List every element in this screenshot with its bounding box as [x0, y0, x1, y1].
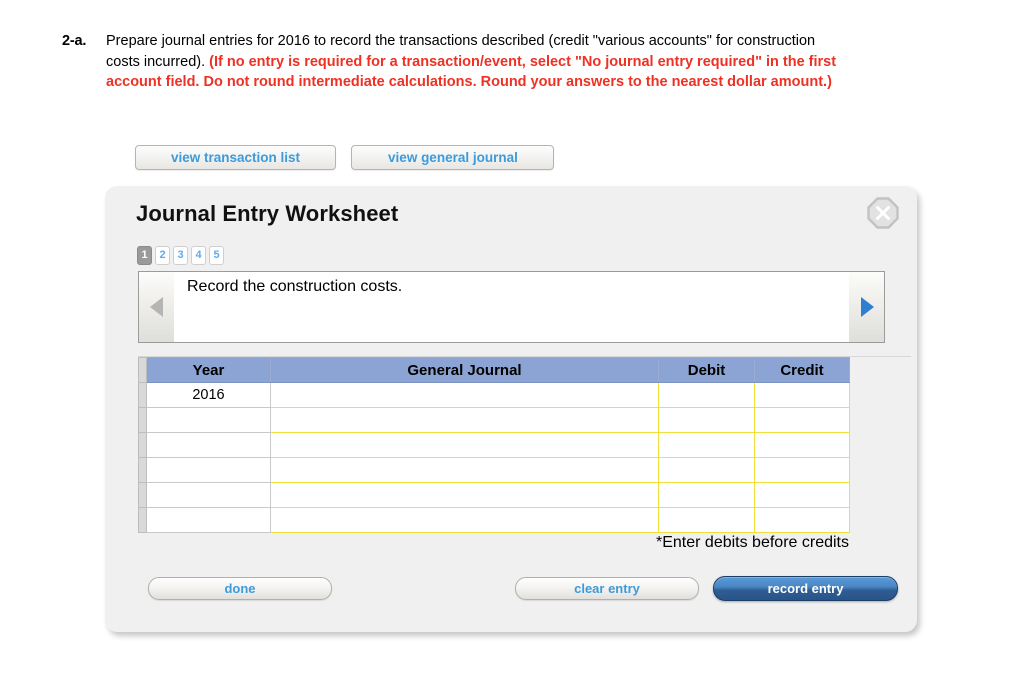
table-header-spacer	[138, 357, 147, 383]
table-row	[138, 507, 850, 533]
cell-year-2[interactable]	[146, 407, 271, 433]
question-block: 2-a. Prepare journal entries for 2016 to…	[62, 31, 852, 93]
cell-credit-4[interactable]	[754, 457, 850, 483]
table-row	[138, 407, 850, 433]
cell-debit-3[interactable]	[658, 432, 755, 458]
pagination: 1 2 3 4 5	[137, 246, 224, 265]
transaction-instruction-area: Record the construction costs.	[174, 271, 849, 343]
row-spacer	[138, 407, 147, 433]
table-header-row: Year General Journal Debit Credit	[138, 357, 850, 383]
cell-debit-1[interactable]	[658, 382, 755, 408]
column-header-general-journal: General Journal	[270, 357, 659, 383]
cell-general-journal-3[interactable]	[270, 432, 659, 458]
cell-debit-4[interactable]	[658, 457, 755, 483]
cell-year-4[interactable]	[146, 457, 271, 483]
row-spacer	[138, 382, 147, 408]
cell-debit-2[interactable]	[658, 407, 755, 433]
panel-title: Journal Entry Worksheet	[136, 201, 399, 226]
view-general-journal-button[interactable]: view general journal	[351, 145, 555, 170]
pagination-page-3[interactable]: 3	[173, 246, 188, 265]
done-button[interactable]: done	[148, 577, 332, 600]
cell-year-1[interactable]: 2016	[146, 382, 271, 408]
column-header-year: Year	[146, 357, 271, 383]
question-text: Prepare journal entries for 2016 to reco…	[106, 31, 852, 93]
debits-before-credits-note: *Enter debits before credits	[656, 534, 849, 551]
journal-entry-table: Year General Journal Debit Credit 2016	[138, 357, 850, 533]
pagination-page-1[interactable]: 1	[137, 246, 152, 265]
cell-general-journal-1[interactable]	[270, 382, 659, 408]
cell-credit-3[interactable]	[754, 432, 850, 458]
table-row: 2016	[138, 382, 850, 408]
page-root: 2-a. Prepare journal entries for 2016 to…	[0, 0, 1024, 697]
pagination-page-4[interactable]: 4	[191, 246, 206, 265]
close-icon[interactable]	[867, 197, 899, 229]
row-spacer	[138, 482, 147, 508]
cell-year-3[interactable]	[146, 432, 271, 458]
view-transaction-list-button[interactable]: view transaction list	[135, 145, 336, 170]
cell-general-journal-5[interactable]	[270, 482, 659, 508]
cell-credit-6[interactable]	[754, 507, 850, 533]
cell-debit-5[interactable]	[658, 482, 755, 508]
question-red-text: (If no entry is required for a transacti…	[106, 53, 837, 91]
cell-general-journal-6[interactable]	[270, 507, 659, 533]
top-button-group: view transaction list view general journ…	[135, 145, 555, 170]
transaction-navigator: Record the construction costs.	[138, 271, 885, 343]
cell-year-6[interactable]	[146, 507, 271, 533]
row-spacer	[138, 432, 147, 458]
journal-entry-worksheet-panel: Journal Entry Worksheet 1 2 3 4 5 Record…	[105, 186, 917, 632]
cell-general-journal-2[interactable]	[270, 407, 659, 433]
question-number: 2-a.	[62, 33, 87, 49]
pagination-page-2[interactable]: 2	[155, 246, 170, 265]
table-row	[138, 482, 850, 508]
cell-credit-1[interactable]	[754, 382, 850, 408]
column-header-debit: Debit	[658, 357, 755, 383]
column-header-credit: Credit	[754, 357, 850, 383]
clear-entry-button[interactable]: clear entry	[515, 577, 699, 600]
row-spacer	[138, 507, 147, 533]
record-entry-button[interactable]: record entry	[713, 576, 898, 601]
cell-general-journal-4[interactable]	[270, 457, 659, 483]
cell-credit-2[interactable]	[754, 407, 850, 433]
row-spacer	[138, 457, 147, 483]
next-transaction-button[interactable]	[849, 271, 885, 343]
pagination-page-5[interactable]: 5	[209, 246, 224, 265]
previous-transaction-button[interactable]	[138, 271, 174, 343]
cell-debit-6[interactable]	[658, 507, 755, 533]
cell-year-5[interactable]	[146, 482, 271, 508]
table-row	[138, 457, 850, 483]
transaction-instruction-text: Record the construction costs.	[187, 278, 403, 295]
cell-credit-5[interactable]	[754, 482, 850, 508]
table-row	[138, 432, 850, 458]
